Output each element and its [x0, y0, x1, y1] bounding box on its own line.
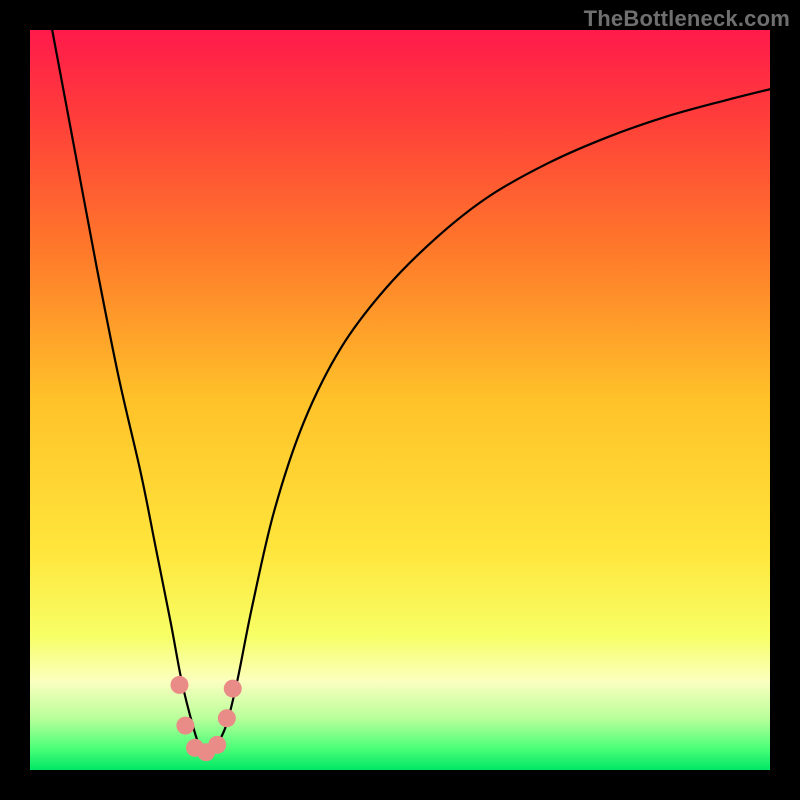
highlight-point — [218, 709, 236, 727]
highlight-point — [170, 676, 188, 694]
highlight-point — [208, 736, 226, 754]
highlight-point — [224, 680, 242, 698]
plot-background — [30, 30, 770, 770]
watermark-text: TheBottleneck.com — [584, 6, 790, 32]
highlight-point — [176, 717, 194, 735]
chart-svg — [30, 30, 770, 770]
chart-frame: TheBottleneck.com — [0, 0, 800, 800]
plot-area — [30, 30, 770, 770]
